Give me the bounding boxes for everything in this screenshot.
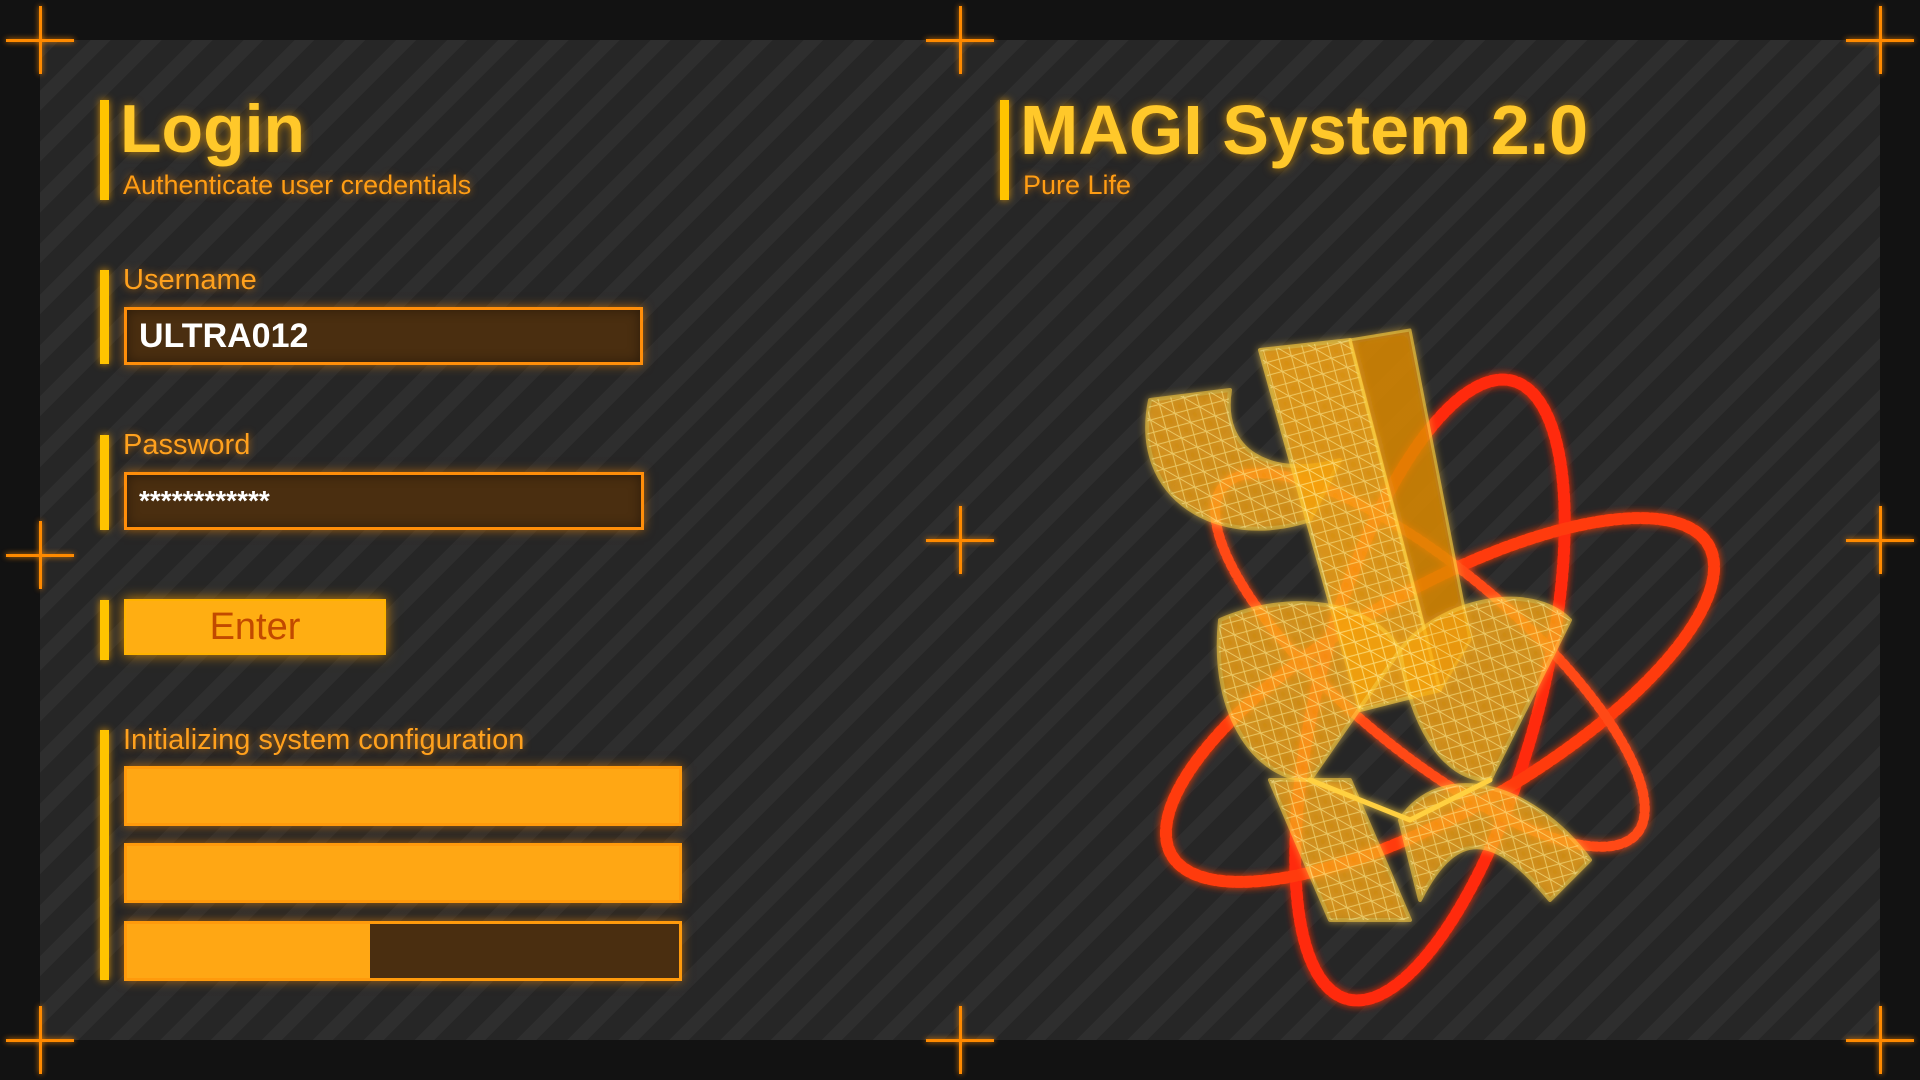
crosshair-icon (926, 506, 994, 574)
enter-button[interactable]: Enter (124, 599, 386, 655)
crosshair-icon (6, 1006, 74, 1074)
progress-fill (127, 769, 679, 823)
password-label: Password (123, 429, 251, 461)
magi-wireframe-emblem-icon (1145, 328, 1721, 1007)
crosshair-icon (6, 6, 74, 74)
crosshair-icon (1846, 506, 1914, 574)
username-label: Username (123, 264, 257, 296)
crosshair-icon (1846, 6, 1914, 74)
progress-fill (127, 924, 370, 978)
status-label: Initializing system configuration (123, 724, 525, 756)
section-marker (100, 270, 109, 364)
login-title: Login (120, 91, 306, 167)
crosshair-icon (6, 521, 74, 589)
progress-bar (124, 843, 682, 903)
login-subtitle: Authenticate user credentials (123, 170, 472, 200)
progress-fill (127, 846, 679, 900)
section-marker (100, 600, 109, 660)
progress-bar (124, 921, 682, 981)
password-input[interactable] (124, 472, 644, 530)
section-marker (100, 100, 109, 200)
system-title: MAGI System 2.0 (1020, 91, 1588, 169)
crosshair-icon (926, 6, 994, 74)
username-input[interactable] (124, 307, 643, 365)
crosshair-icon (1846, 1006, 1914, 1074)
section-marker (100, 435, 109, 530)
section-marker (100, 730, 109, 980)
crosshair-icon (926, 1006, 994, 1074)
system-subtitle: Pure Life (1023, 170, 1132, 200)
section-marker (1000, 100, 1009, 200)
progress-bar (124, 766, 682, 826)
